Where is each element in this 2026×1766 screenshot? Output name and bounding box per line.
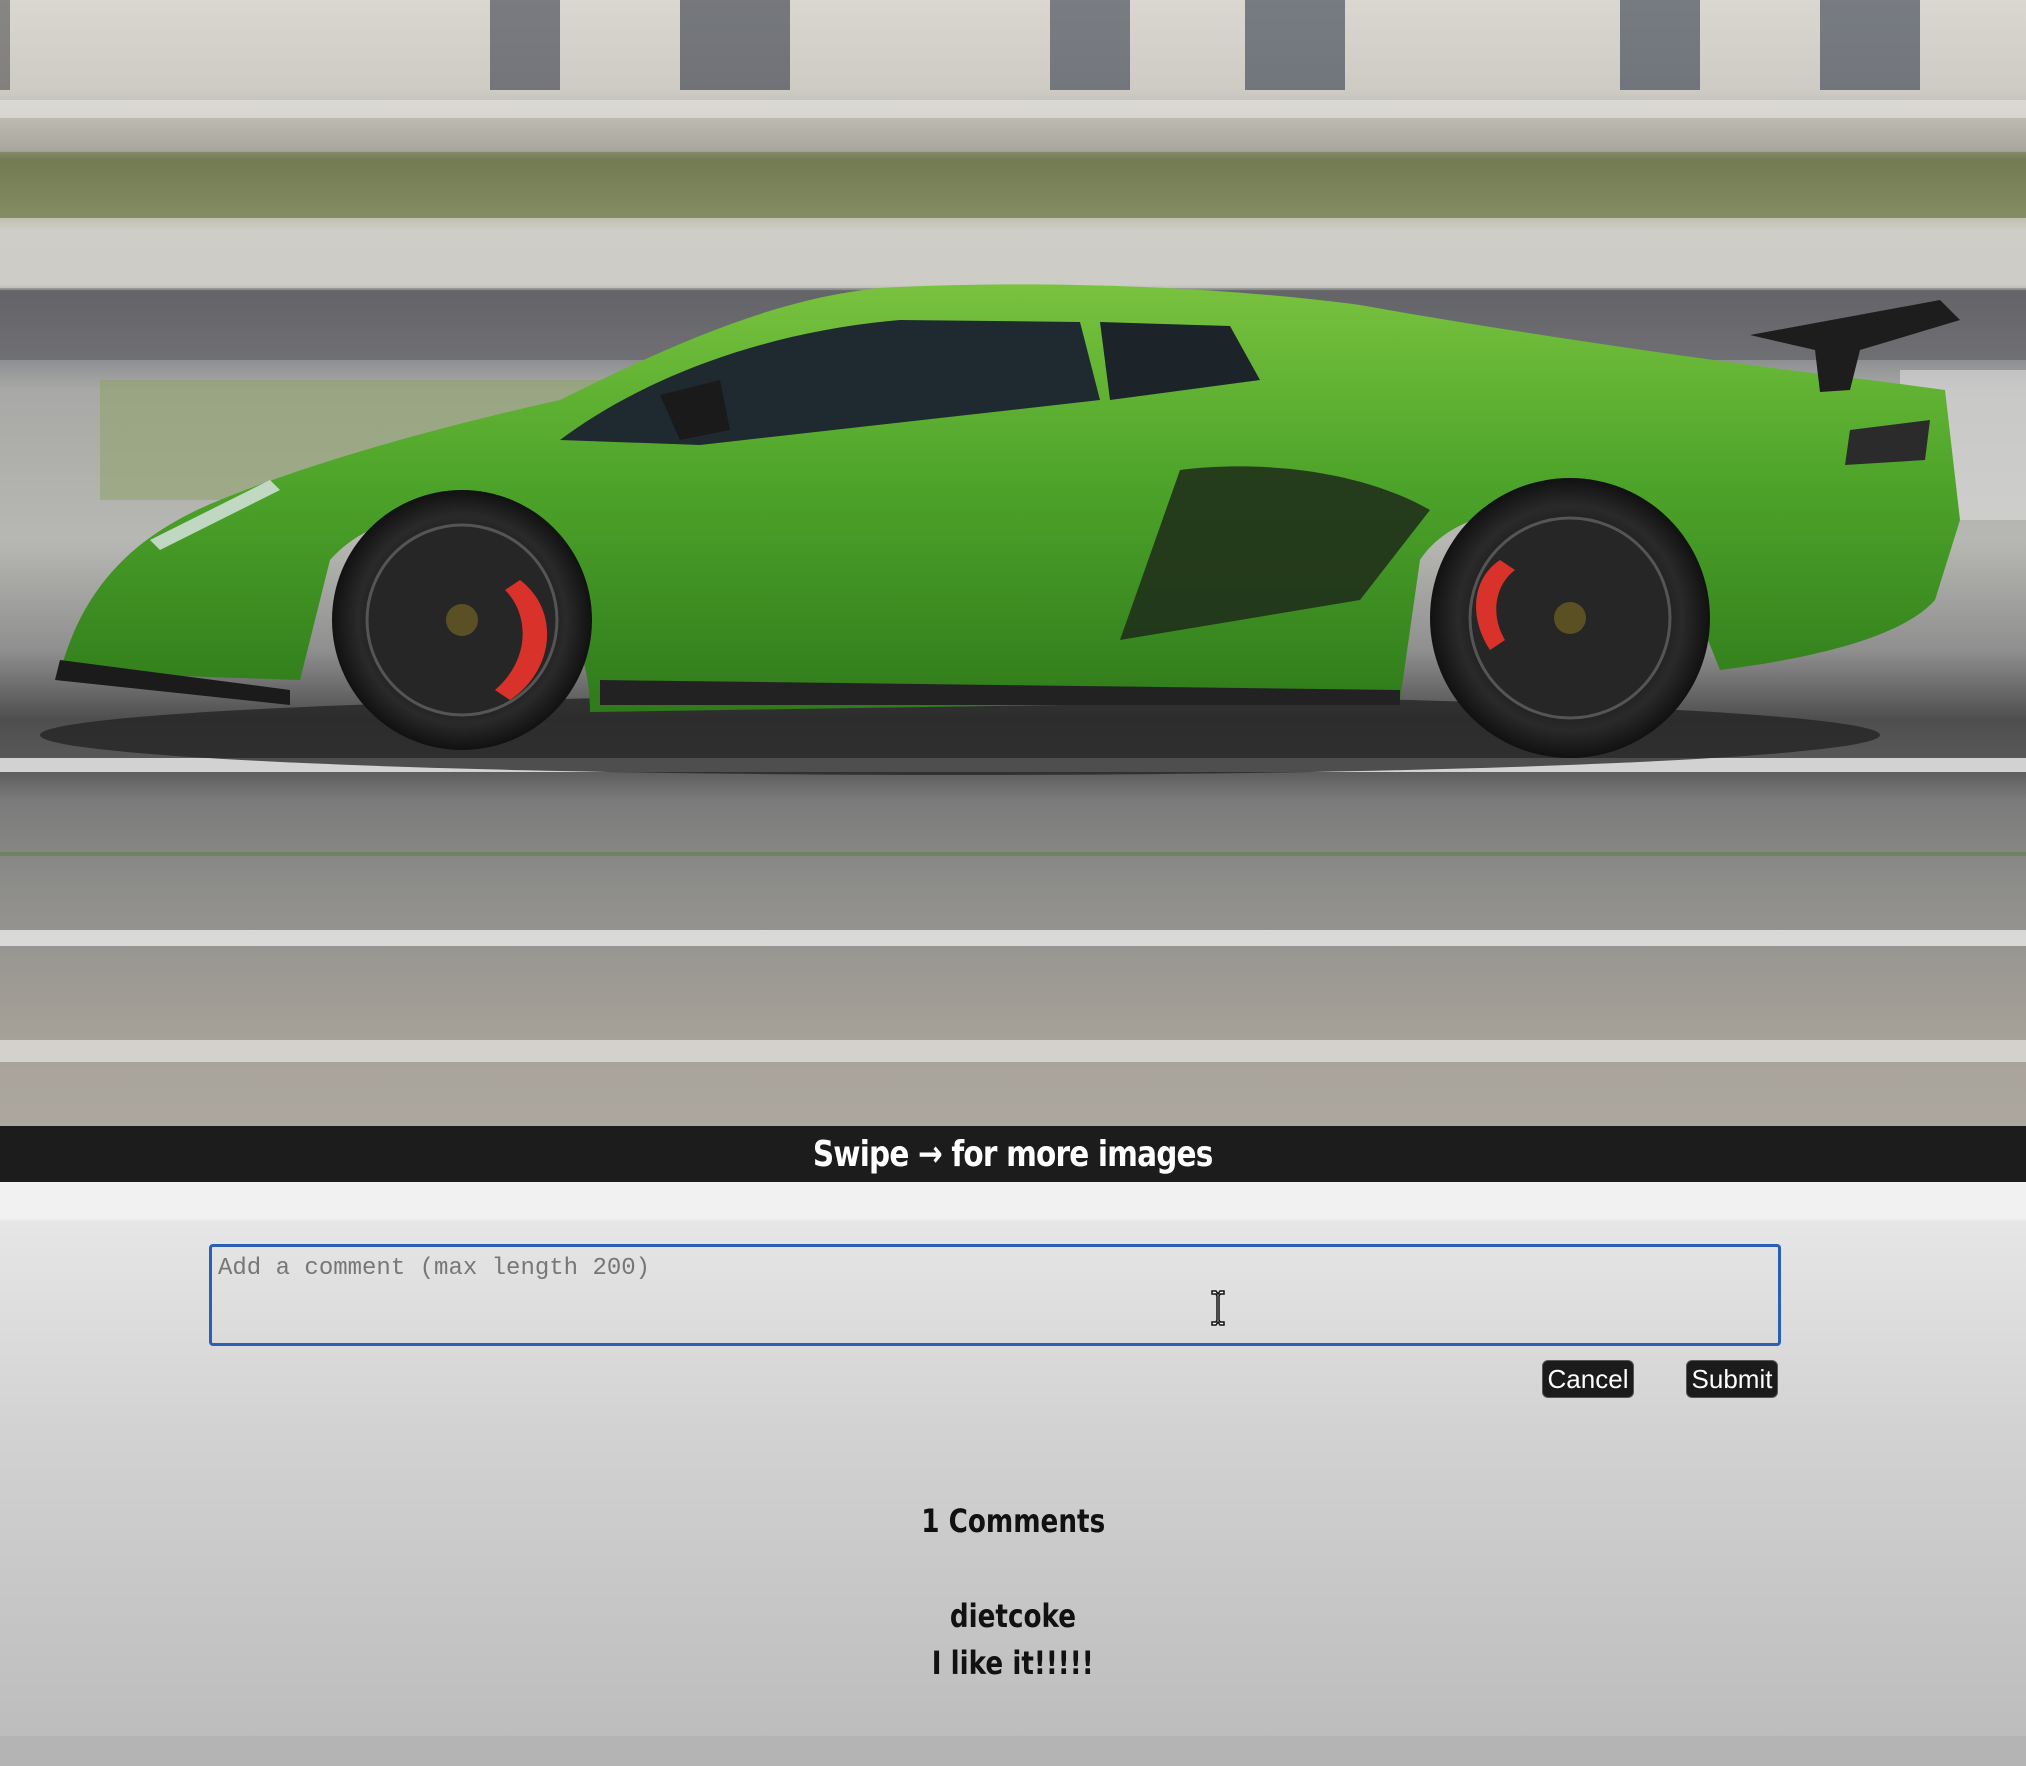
swipe-hint-text: Swipe → for more images [813,1133,1213,1175]
comments-count-label: 1 Comments [920,1502,1105,1540]
building-columns [0,0,1920,90]
front-wheel [332,490,592,750]
page-bottom [0,1736,2026,1766]
car-photo-illustration [0,0,2026,1062]
comment-author-name: dietcoke [949,1597,1077,1635]
car-photo[interactable] [0,0,2026,1126]
rear-wheel [1430,478,1710,758]
comments-section: Cancel Submit 1 Comments dietcoke I like… [0,1182,2026,1736]
text-cursor-icon [1211,1290,1225,1326]
cancel-button[interactable]: Cancel [1542,1360,1634,1398]
comments-count: 1 Comments [0,1502,2026,1540]
comment-text: I like it!!!!! [0,1644,2026,1682]
comment-author: dietcoke [0,1597,2026,1635]
swipe-hint-bar: Swipe → for more images [0,1126,2026,1182]
submit-button[interactable]: Submit [1686,1360,1778,1398]
comment-text-body: I like it!!!!! [932,1644,1094,1682]
comment-input[interactable] [209,1244,1781,1346]
